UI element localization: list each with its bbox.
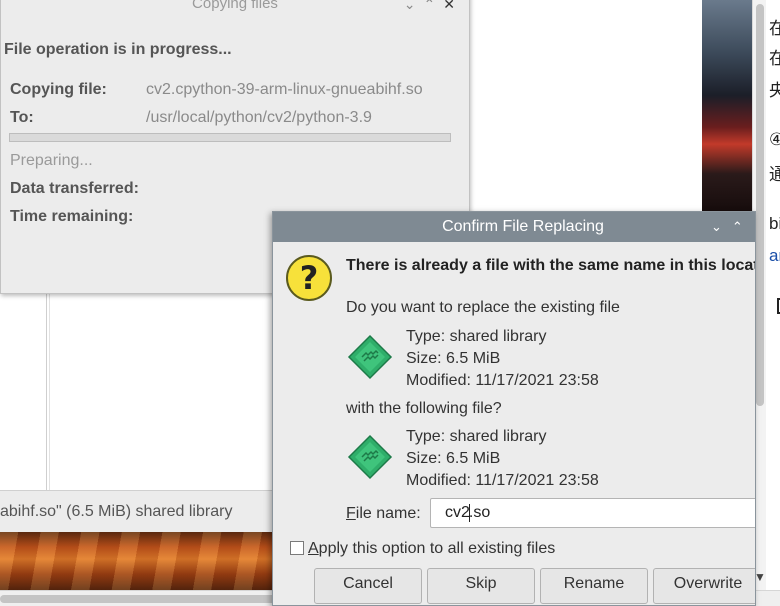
existing-file-size: Size: 6.5 MiB — [406, 350, 501, 367]
copying-file-value: cv2.cpython-39-arm-linux-gnueabihf.so — [146, 81, 423, 98]
browser-link-fragment[interactable]: ar — [769, 246, 780, 266]
photo-thumbnail-fragment — [702, 0, 754, 212]
browser-text-fragment: 在 — [769, 14, 780, 39]
confirm-replacing-titlebar[interactable]: Confirm File Replacing ⌄⌃ — [273, 212, 755, 242]
titlebar-buttons: ⌄⌃ — [711, 219, 753, 235]
apply-to-all-label[interactable]: Apply this option to all existing files — [308, 540, 555, 558]
browser-text-fragment: 央 — [769, 76, 780, 101]
horizontal-scroll-thumb[interactable] — [0, 595, 282, 603]
file-name-label: File name: — [346, 505, 421, 523]
progress-heading: File operation is in progress... — [4, 41, 232, 58]
minimize-icon[interactable]: ⌄ — [711, 219, 732, 234]
shared-library-file-icon — [347, 334, 393, 380]
replace-heading: There is already a file with the same na… — [346, 257, 756, 274]
apply-label-text: pply this option to all existing files — [318, 540, 556, 557]
rename-button[interactable]: Rename — [540, 568, 648, 604]
file-name-label-text: ile name: — [355, 505, 421, 522]
cancel-button[interactable]: Cancel — [314, 568, 422, 604]
confirm-replacing-title: Confirm File Replacing — [442, 218, 604, 235]
browser-scroll-thumb[interactable] — [756, 4, 764, 406]
existing-file-info: Type: shared library Size: 6.5 MiB Modif… — [406, 326, 599, 392]
new-file-info: Type: shared library Size: 6.5 MiB Modif… — [406, 426, 599, 492]
copying-files-title: Copying files — [192, 0, 278, 12]
file-name-text-after-cursor: .so — [468, 504, 491, 521]
desktop-photo-fragment — [0, 532, 290, 592]
shared-library-file-icon — [347, 434, 393, 480]
destination-value: /usr/local/python/cv2/python-3.9 — [146, 109, 372, 126]
existing-file-modified: Modified: 11/17/2021 23:58 — [406, 372, 599, 389]
browser-text-fragment: 在 — [769, 44, 780, 69]
data-transferred-label: Data transferred: — [10, 180, 139, 197]
copying-file-label: Copying file: — [10, 81, 107, 98]
destination-label: To: — [10, 109, 34, 126]
apply-mnemonic: A — [308, 540, 319, 557]
file-name-input[interactable]: cv2.so — [430, 498, 755, 528]
apply-to-all-checkbox[interactable] — [290, 541, 304, 555]
copy-status-text: Preparing... — [10, 152, 93, 169]
skip-button[interactable]: Skip — [427, 568, 535, 604]
with-following-text: with the following file? — [346, 400, 502, 417]
file-name-text-before-cursor: cv2 — [445, 504, 470, 521]
close-icon[interactable]: ✕ — [443, 0, 463, 12]
time-remaining-label: Time remaining: — [10, 208, 134, 225]
new-file-type: Type: shared library — [406, 428, 547, 445]
browser-text-fragment: ④ — [769, 130, 780, 150]
copy-progress-bar — [9, 133, 451, 142]
overwrite-button[interactable]: Overwrite — [653, 568, 755, 604]
new-file-size: Size: 6.5 MiB — [406, 450, 501, 467]
browser-text-fragment: 通 — [769, 160, 780, 185]
new-file-modified: Modified: 11/17/2021 23:58 — [406, 472, 599, 489]
replace-question: Do you want to replace the existing file — [346, 299, 620, 316]
file-name-mnemonic: F — [346, 505, 356, 522]
confirm-file-replacing-dialog: Confirm File Replacing ⌄⌃ ? There is alr… — [272, 211, 756, 606]
existing-file-type: Type: shared library — [406, 328, 547, 345]
browser-text-fragment: bi — [769, 214, 780, 233]
titlebar-buttons: ⌄⌃✕ — [404, 0, 463, 13]
maximize-icon[interactable]: ⌃ — [424, 0, 444, 12]
maximize-icon[interactable]: ⌃ — [732, 219, 753, 234]
question-icon: ? — [286, 255, 332, 301]
minimize-icon[interactable]: ⌄ — [404, 0, 424, 12]
copying-files-titlebar[interactable]: Copying files ⌄⌃✕ — [1, 0, 469, 15]
file-manager-status-text: abihf.so" (6.5 MiB) shared library — [0, 503, 233, 520]
file-manager-sidebar[interactable] — [0, 294, 47, 490]
file-manager-statusbar: abihf.so" (6.5 MiB) shared library — [0, 490, 290, 532]
